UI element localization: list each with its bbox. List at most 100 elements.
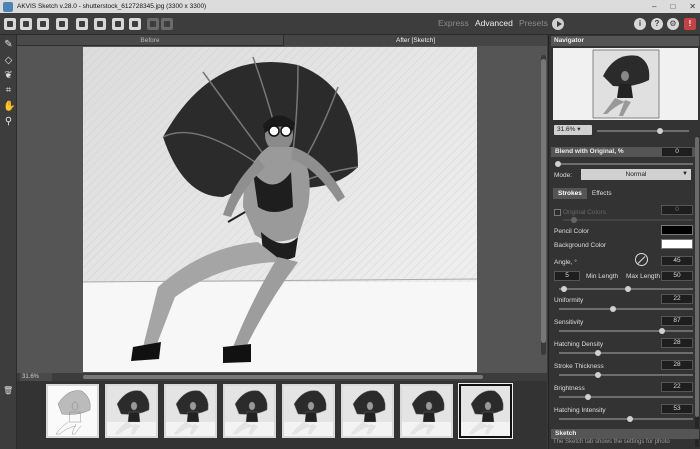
eraser-tool-icon[interactable]: ◇ xyxy=(3,55,14,66)
blend-mode-select[interactable]: Normal ▼ xyxy=(581,169,691,180)
brush-tool-icon[interactable]: ❦ xyxy=(3,70,14,81)
param-slider[interactable] xyxy=(559,394,693,400)
close-button[interactable]: ✕ xyxy=(689,2,696,11)
navigator-zoom-slider[interactable] xyxy=(597,128,689,134)
navigator-thumbnail xyxy=(553,48,698,120)
chevron-down-icon: ▼ xyxy=(682,171,688,177)
preset-thumbnail[interactable] xyxy=(164,384,217,438)
param-value[interactable]: 28 xyxy=(661,338,693,348)
param-label: Uniformity xyxy=(554,297,584,304)
settings-gear-icon[interactable]: ⚙ xyxy=(667,18,679,30)
param-value[interactable]: 53 xyxy=(661,404,693,414)
background-color-swatch[interactable] xyxy=(661,239,693,249)
navigator-preview[interactable] xyxy=(553,48,698,120)
notifications-icon[interactable]: ! xyxy=(684,18,696,30)
min-length-knob[interactable] xyxy=(561,286,567,292)
max-length-label: Max Length xyxy=(626,273,660,280)
before-after-tabs: Before After [Sketch] xyxy=(17,35,547,46)
sketch-section-header: Sketch xyxy=(551,429,699,439)
share-icon[interactable] xyxy=(94,18,106,30)
param-value[interactable]: 22 xyxy=(661,382,693,392)
info-icon[interactable]: i xyxy=(634,18,646,30)
blend-knob[interactable] xyxy=(555,161,561,167)
preset-thumbnail[interactable] xyxy=(400,384,453,438)
param-slider[interactable] xyxy=(559,416,693,422)
run-play-button[interactable] xyxy=(552,18,564,30)
tab-after[interactable]: After [Sketch] xyxy=(283,35,547,46)
length-range-slider[interactable] xyxy=(559,286,693,292)
tab-before[interactable]: Before xyxy=(17,35,283,46)
settings-scrollbar[interactable] xyxy=(695,137,699,447)
original-colors-checkbox[interactable] xyxy=(554,209,561,216)
preferences-icon[interactable] xyxy=(129,18,141,30)
param-slider-knob[interactable] xyxy=(595,350,601,356)
advanced-mode-tab[interactable]: Advanced xyxy=(475,18,513,28)
blend-slider[interactable] xyxy=(555,161,693,167)
redo-icon[interactable] xyxy=(161,18,173,30)
open-file-icon[interactable] xyxy=(20,18,32,30)
settings-tabs: Strokes Effects xyxy=(553,188,617,199)
param-value[interactable]: 22 xyxy=(661,294,693,304)
trash-icon[interactable]: 🗑 xyxy=(3,386,13,395)
save-file-icon[interactable] xyxy=(37,18,49,30)
navigator-header: Navigator xyxy=(551,36,699,46)
minimize-button[interactable]: – xyxy=(652,2,656,11)
min-length-value[interactable]: 5 xyxy=(554,271,580,281)
navigator-zoom-select[interactable]: 31.6% ▾ xyxy=(554,125,592,135)
blend-mode-value: Normal xyxy=(625,171,647,178)
param-value[interactable]: 87 xyxy=(661,316,693,326)
print-icon[interactable] xyxy=(56,18,68,30)
preset-thumbnail[interactable] xyxy=(105,384,158,438)
undo-icon[interactable] xyxy=(147,18,159,30)
param-slider-knob[interactable] xyxy=(659,328,665,334)
max-length-value[interactable]: 50 xyxy=(661,271,693,281)
pencil-color-swatch[interactable] xyxy=(661,225,693,235)
sketch-canvas[interactable] xyxy=(83,47,477,372)
pencil-tool-icon[interactable]: ✎ xyxy=(3,39,14,50)
presets-thumbnail-strip: 🗑 xyxy=(3,381,547,449)
canvas-vertical-scrollbar[interactable] xyxy=(541,55,546,355)
home-icon[interactable] xyxy=(4,18,16,30)
main-toolbar: Express Advanced Presets i ? ⚙ ! xyxy=(0,13,700,35)
background-color-label: Background Color xyxy=(554,242,607,249)
param-slider-knob[interactable] xyxy=(610,306,616,312)
express-mode-tab[interactable]: Express xyxy=(438,18,469,28)
app-logo-icon xyxy=(3,1,13,12)
help-icon[interactable]: ? xyxy=(651,18,663,30)
navigator-zoom-knob[interactable] xyxy=(657,128,663,134)
preset-thumbnail[interactable] xyxy=(223,384,276,438)
param-label: Stroke Thickness xyxy=(554,363,604,370)
max-length-knob[interactable] xyxy=(625,286,631,292)
batch-icon[interactable] xyxy=(76,18,88,30)
param-value[interactable]: 28 xyxy=(661,360,693,370)
crop-tool-icon[interactable]: ⌗ xyxy=(3,85,14,96)
hand-tool-icon[interactable]: ✋ xyxy=(3,101,15,112)
preset-thumbnail[interactable] xyxy=(341,384,394,438)
title-bar: AKVIS Sketch v.28.0 - shutterstock_61272… xyxy=(0,0,700,13)
param-label: Brightness xyxy=(554,385,585,392)
param-slider[interactable] xyxy=(559,328,693,334)
preset-thumbnail[interactable] xyxy=(282,384,335,438)
tab-strokes[interactable]: Strokes xyxy=(553,188,587,199)
tab-effects[interactable]: Effects xyxy=(587,188,617,199)
maximize-button[interactable]: □ xyxy=(670,2,675,11)
presets-mode-tab[interactable]: Presets xyxy=(519,18,548,28)
min-length-label: Min Length xyxy=(586,273,619,280)
param-slider[interactable] xyxy=(559,350,693,356)
zoom-tool-icon[interactable]: ⚲ xyxy=(3,116,14,127)
param-slider-knob[interactable] xyxy=(627,416,633,422)
blend-value[interactable]: 0 xyxy=(661,147,693,157)
import-icon[interactable] xyxy=(112,18,124,30)
param-slider[interactable] xyxy=(559,306,693,312)
angle-value[interactable]: 45 xyxy=(661,256,693,266)
angle-dial[interactable] xyxy=(635,253,648,266)
settings-panel: Navigator 31.6% ▾ Blend with Original, %… xyxy=(548,35,700,449)
original-colors-value: 0 xyxy=(661,205,693,215)
param-slider[interactable] xyxy=(559,372,693,378)
preset-thumbnail[interactable] xyxy=(46,384,99,438)
param-slider-knob[interactable] xyxy=(585,394,591,400)
param-slider-knob[interactable] xyxy=(595,372,601,378)
preset-thumbnail[interactable] xyxy=(458,383,513,439)
canvas-horizontal-scrollbar[interactable] xyxy=(17,373,547,381)
pencil-color-label: Pencil Color xyxy=(554,228,590,235)
